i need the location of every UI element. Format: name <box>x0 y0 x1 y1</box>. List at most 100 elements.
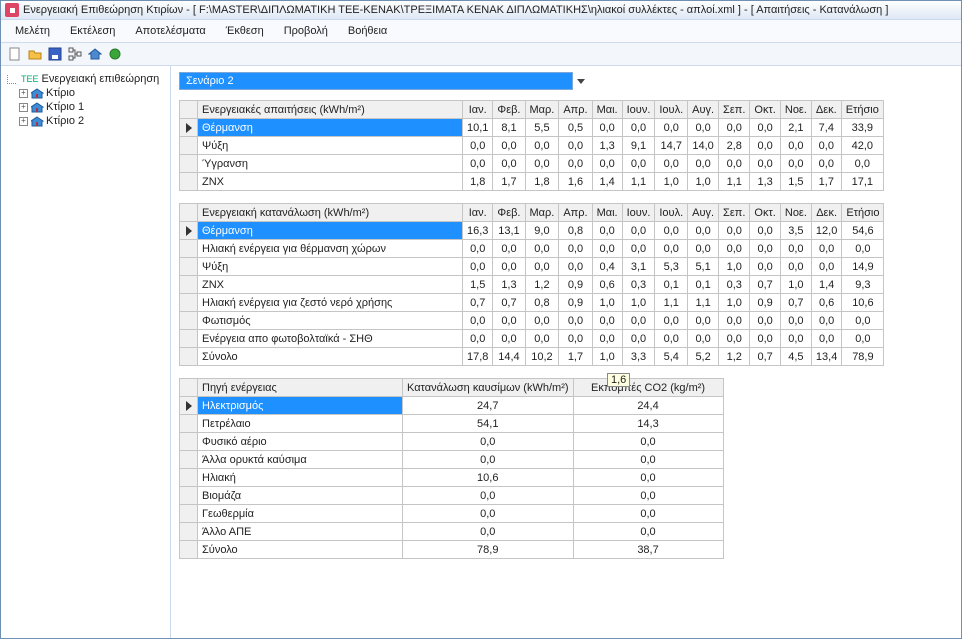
row-selector[interactable] <box>180 155 198 173</box>
cell[interactable]: 0,0 <box>780 312 811 330</box>
row-selector[interactable] <box>180 330 198 348</box>
cell[interactable]: 0,0 <box>750 312 780 330</box>
cell[interactable]: 0,3 <box>622 276 655 294</box>
cell[interactable]: 0,0 <box>622 240 655 258</box>
cell[interactable]: 0,0 <box>622 155 655 173</box>
menu-έκθεση[interactable]: Έκθεση <box>218 23 272 39</box>
cell[interactable]: 1,3 <box>493 276 525 294</box>
cell[interactable]: 1,1 <box>719 173 750 191</box>
cell[interactable]: 0,0 <box>688 222 719 240</box>
menu-μελέτη[interactable]: Μελέτη <box>7 23 58 39</box>
cell[interactable]: 0,0 <box>573 523 723 541</box>
cell[interactable]: 0,0 <box>719 155 750 173</box>
row-label[interactable]: ZNX <box>198 173 463 191</box>
row-label[interactable]: Φωτισμός <box>198 312 463 330</box>
menu-βοήθεια[interactable]: Βοήθεια <box>340 23 395 39</box>
table-row[interactable]: Θέρμανση16,313,19,00,80,00,00,00,00,00,0… <box>180 222 884 240</box>
cell[interactable]: 0,0 <box>493 312 525 330</box>
cell[interactable]: 0,0 <box>780 155 811 173</box>
cell[interactable]: 0,0 <box>688 155 719 173</box>
cell[interactable]: 7,4 <box>811 119 841 137</box>
cell[interactable]: 0,0 <box>622 119 655 137</box>
cell[interactable]: 10,6 <box>842 294 884 312</box>
row-label[interactable]: ZNX <box>198 276 463 294</box>
cell[interactable]: 0,0 <box>719 240 750 258</box>
cell[interactable]: 0,0 <box>842 240 884 258</box>
cell[interactable]: 0,0 <box>622 222 655 240</box>
cell[interactable]: 0,0 <box>841 155 883 173</box>
cell[interactable]: 0,0 <box>525 330 559 348</box>
cell[interactable]: 1,1 <box>655 294 688 312</box>
cell[interactable]: 0,1 <box>655 276 688 294</box>
row-label[interactable]: Άλλο ΑΠΕ <box>198 523 403 541</box>
cell[interactable]: 8,1 <box>493 119 525 137</box>
cell[interactable]: 0,0 <box>493 240 525 258</box>
cell[interactable]: 13,4 <box>811 348 841 366</box>
row-label[interactable]: Ψύξη <box>198 258 463 276</box>
new-file-icon[interactable] <box>7 46 23 62</box>
table-row[interactable]: Ηλιακή ενέργεια για θέρμανση χώρων0,00,0… <box>180 240 884 258</box>
cell[interactable]: 14,3 <box>573 415 723 433</box>
cell[interactable]: 24,7 <box>403 397 574 415</box>
cell[interactable]: 0,0 <box>655 155 688 173</box>
cell[interactable]: 0,7 <box>780 294 811 312</box>
cell[interactable]: 1,5 <box>463 276 493 294</box>
cell[interactable]: 1,0 <box>622 294 655 312</box>
cell[interactable]: 0,7 <box>463 294 493 312</box>
cell[interactable]: 0,0 <box>750 155 780 173</box>
cell[interactable]: 0,0 <box>525 155 559 173</box>
cell[interactable]: 0,0 <box>403 433 574 451</box>
table-row[interactable]: Ενέργεια απο φωτοβολταϊκά - ΣΗΘ0,00,00,0… <box>180 330 884 348</box>
cell[interactable]: 0,7 <box>750 348 780 366</box>
row-label[interactable]: Γεωθερμία <box>198 505 403 523</box>
cell[interactable]: 1,8 <box>463 173 493 191</box>
cell[interactable]: 16,3 <box>463 222 493 240</box>
table-row[interactable]: Ηλεκτρισμός24,724,4 <box>180 397 724 415</box>
row-selector[interactable] <box>180 523 198 541</box>
row-label[interactable]: Ηλιακή <box>198 469 403 487</box>
cell[interactable]: 0,0 <box>573 469 723 487</box>
row-label[interactable]: Ύγρανση <box>198 155 463 173</box>
cell[interactable]: 0,9 <box>750 294 780 312</box>
scenario-dropdown[interactable]: Σενάριο 2 <box>179 72 573 90</box>
cell[interactable]: 1,0 <box>592 348 622 366</box>
cell[interactable]: 0,0 <box>592 119 622 137</box>
cell[interactable]: 0,0 <box>780 137 811 155</box>
row-label[interactable]: Βιομάζα <box>198 487 403 505</box>
cell[interactable]: 0,0 <box>780 240 811 258</box>
cell[interactable]: 0,0 <box>559 258 592 276</box>
cell[interactable]: 24,4 <box>573 397 723 415</box>
cell[interactable]: 0,0 <box>688 330 719 348</box>
cell[interactable]: 0,0 <box>688 240 719 258</box>
cell[interactable]: 1,7 <box>559 348 592 366</box>
table-row[interactable]: Ψύξη0,00,00,00,01,39,114,714,02,80,00,00… <box>180 137 884 155</box>
row-label[interactable]: Φυσικό αέριο <box>198 433 403 451</box>
cell[interactable]: 33,9 <box>841 119 883 137</box>
cell[interactable]: 0,0 <box>559 240 592 258</box>
cell[interactable]: 0,0 <box>750 222 780 240</box>
table-row[interactable]: Άλλο ΑΠΕ0,00,0 <box>180 523 724 541</box>
row-label[interactable]: Θέρμανση <box>198 222 463 240</box>
cell[interactable]: 10,2 <box>525 348 559 366</box>
row-label[interactable]: Ηλιακή ενέργεια για ζεστό νερό χρήσης <box>198 294 463 312</box>
row-selector[interactable] <box>180 451 198 469</box>
cell[interactable]: 0,0 <box>403 451 574 469</box>
cell[interactable]: 5,4 <box>655 348 688 366</box>
cell[interactable]: 0,0 <box>811 312 841 330</box>
cell[interactable]: 0,0 <box>842 312 884 330</box>
cell[interactable]: 0,0 <box>750 258 780 276</box>
cell[interactable]: 0,0 <box>592 155 622 173</box>
cell[interactable]: 0,9 <box>559 294 592 312</box>
cell[interactable]: 0,0 <box>525 240 559 258</box>
row-label[interactable]: Πετρέλαιο <box>198 415 403 433</box>
menu-προβολή[interactable]: Προβολή <box>276 23 336 39</box>
cell[interactable]: 0,0 <box>463 137 493 155</box>
row-selector[interactable] <box>180 433 198 451</box>
cell[interactable]: 0,0 <box>811 137 841 155</box>
table-row[interactable]: Πετρέλαιο54,114,3 <box>180 415 724 433</box>
row-label[interactable]: Σύνολο <box>198 348 463 366</box>
row-selector[interactable] <box>180 312 198 330</box>
row-label[interactable]: Σύνολο <box>198 541 403 559</box>
row-label[interactable]: Άλλα ορυκτά καύσιμα <box>198 451 403 469</box>
cell[interactable]: 0,0 <box>655 222 688 240</box>
